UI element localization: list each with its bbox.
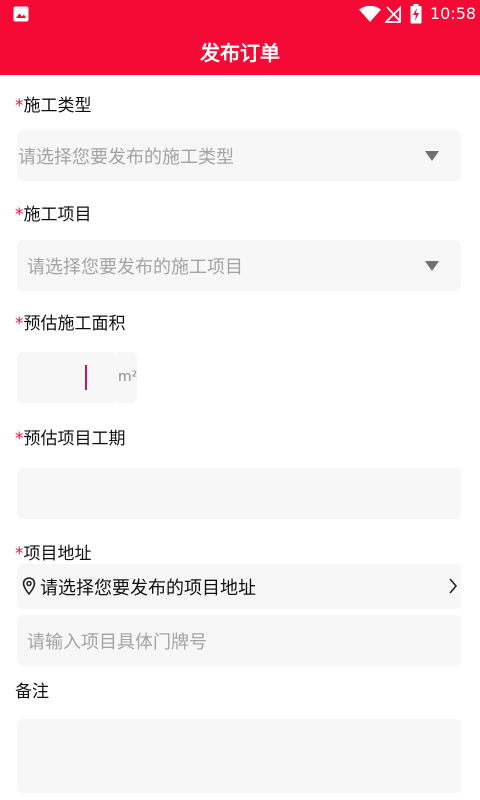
address-detail-input[interactable]: 请输入项目具体门牌号 xyxy=(17,615,461,666)
required-mark: * xyxy=(15,205,24,225)
battery-charging-icon xyxy=(410,4,422,24)
location-pin-icon xyxy=(22,577,36,595)
construction-item-select[interactable]: 请选择您要发布的施工项目 xyxy=(17,240,461,291)
page-title: 发布订单 xyxy=(200,41,280,65)
remarks-input[interactable] xyxy=(17,719,461,793)
project-address-select[interactable]: 请选择您要发布的项目地址 xyxy=(17,564,461,609)
dropdown-caret-icon xyxy=(425,260,439,271)
required-mark: * xyxy=(15,314,24,334)
required-mark: * xyxy=(15,429,24,449)
required-mark: * xyxy=(15,96,24,116)
status-time: 10:58 xyxy=(430,4,477,23)
text-cursor xyxy=(85,365,87,390)
estimated-period-input[interactable] xyxy=(17,468,461,519)
construction-item-placeholder: 请选择您要发布的施工项目 xyxy=(27,256,243,278)
project-address-text: 请选择您要发布的项目地址 xyxy=(40,577,256,599)
area-unit: m² xyxy=(118,369,138,385)
required-mark: * xyxy=(15,544,24,564)
estimated-area-input[interactable] xyxy=(17,352,117,403)
address-detail-placeholder: 请输入项目具体门牌号 xyxy=(27,631,207,653)
wifi-icon xyxy=(359,6,381,22)
estimated-area-label: *预估施工面积 xyxy=(15,314,126,334)
chevron-right-icon xyxy=(449,578,458,594)
construction-type-placeholder: 请选择您要发布的施工类型 xyxy=(18,146,234,168)
dropdown-caret-icon xyxy=(425,150,439,161)
construction-item-label: *施工项目 xyxy=(15,205,92,225)
status-bar: 10:58 xyxy=(0,0,480,28)
project-address-label: *项目地址 xyxy=(15,544,92,564)
gallery-icon xyxy=(13,6,29,22)
app-bar: 发布订单 xyxy=(0,28,480,75)
construction-type-select[interactable]: 请选择您要发布的施工类型 xyxy=(17,130,461,181)
construction-type-label: *施工类型 xyxy=(15,96,92,116)
remarks-label: 备注 xyxy=(15,682,49,702)
no-sim-icon xyxy=(385,5,401,23)
estimated-period-label: *预估项目工期 xyxy=(15,429,126,449)
